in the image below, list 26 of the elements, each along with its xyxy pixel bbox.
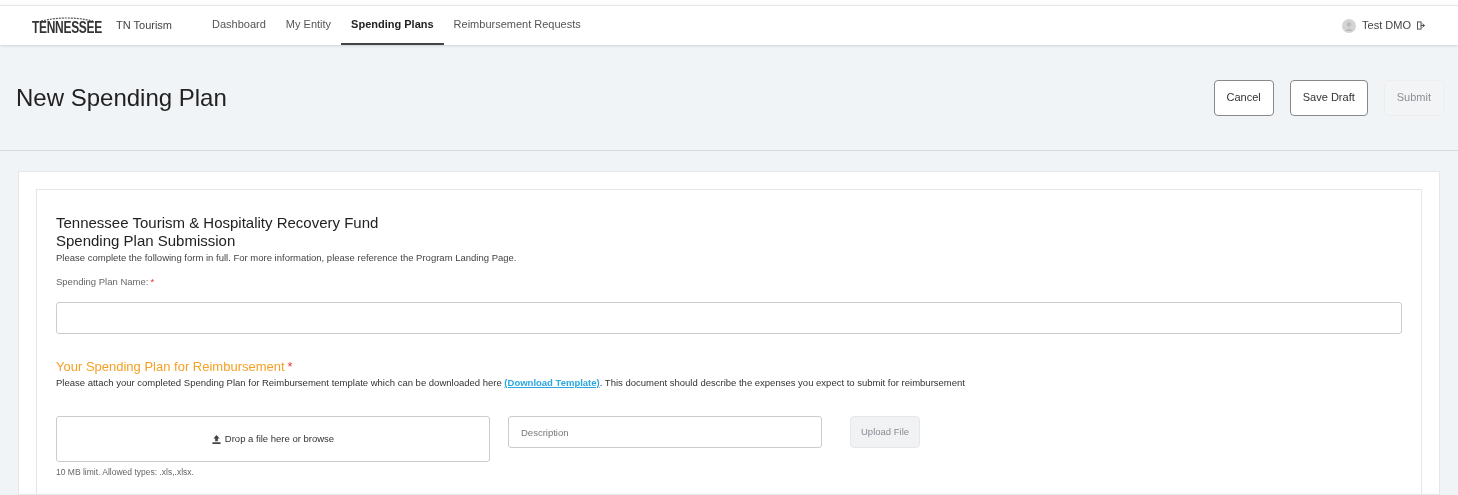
file-limit-note: 10 MB limit. Allowed types: .xls,.xlsx. (56, 466, 195, 479)
intro-text: Please complete the following form in full. For more information, please reference the Program Landing Page. (56, 251, 518, 265)
plan-name-field[interactable] (56, 301, 1402, 334)
upload-icon (211, 434, 221, 444)
logout-icon[interactable] (1417, 21, 1426, 30)
description-field[interactable]: Description (508, 416, 822, 449)
user-name: Test DMO (1362, 18, 1411, 34)
dropzone-text: Drop a file here or browse (224, 432, 335, 447)
nav-tab[interactable]: Spending Plans (341, 6, 444, 45)
brand-name: TN Tourism (116, 18, 173, 34)
form-title: Tennessee Tourism & Hospitality Recovery Fund (56, 214, 380, 232)
nav-tab[interactable]: My Entity (275, 6, 342, 45)
nav-tab[interactable]: Dashboard (202, 6, 276, 45)
required-mark: * (150, 275, 155, 290)
nav-tab[interactable]: Reimbursement Requests (443, 6, 591, 45)
action-button[interactable]: Save Draft (1289, 79, 1368, 116)
section-title: Your Spending Plan for Reimbursement (56, 357, 285, 376)
file-dropzone[interactable]: Drop a file here or browse (56, 416, 490, 463)
action-button[interactable]: Cancel (1213, 79, 1274, 116)
form-subtitle: Spending Plan Submission (56, 232, 237, 250)
avatar-icon (1342, 18, 1357, 33)
section-description: Please attach your completed Spending Plan for Reimbursement template which can be downloaded here (Download Template). This document should describe the expenses you expect to submit for reimbursement (56, 376, 966, 390)
logo: TENNESSEE (32, 17, 102, 34)
required-mark: * (287, 357, 293, 376)
page-title: New Spending Plan (16, 82, 227, 113)
field-label: Spending Plan Name: (56, 275, 149, 290)
